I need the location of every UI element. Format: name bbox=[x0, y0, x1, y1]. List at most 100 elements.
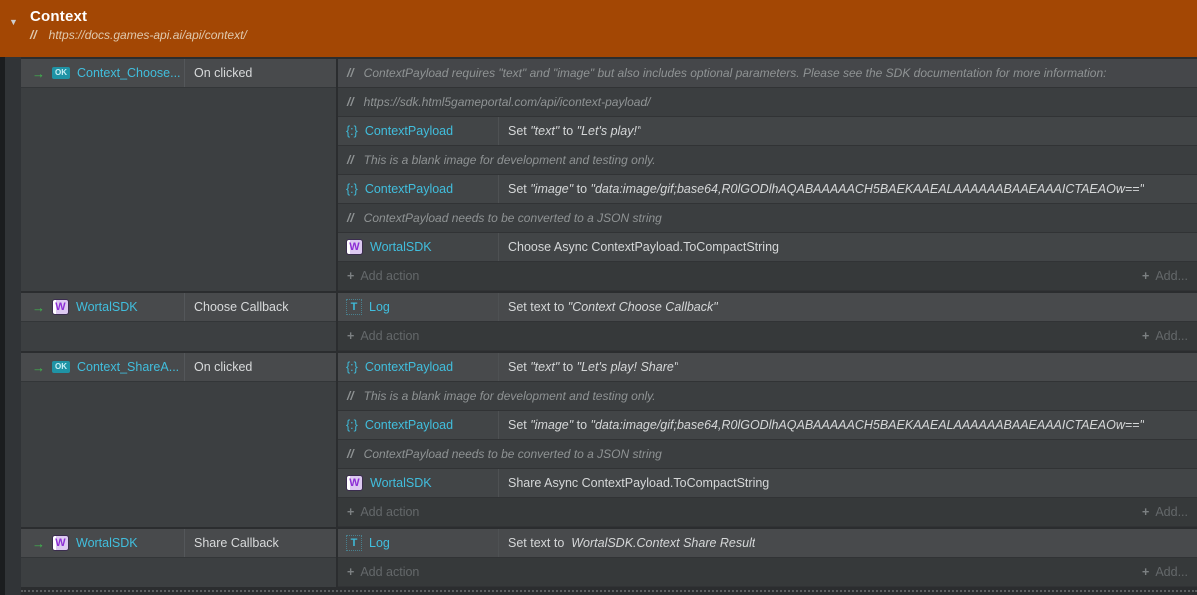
comment-slashes: // bbox=[30, 28, 37, 42]
plus-icon: + bbox=[1142, 505, 1149, 519]
comment-slashes: // bbox=[347, 447, 354, 461]
action-object-name: ContextPayload bbox=[365, 418, 453, 432]
condition-text[interactable]: Choose Callback bbox=[185, 293, 289, 321]
add-action-link[interactable]: +Add action bbox=[347, 505, 419, 519]
actions-column: T Log Set text to WortalSDK.Context Shar… bbox=[338, 529, 1197, 587]
condition-object-cell[interactable]: → W WortalSDK bbox=[21, 293, 185, 321]
text-log-icon: T bbox=[346, 299, 362, 315]
wortal-book-icon: W bbox=[52, 535, 69, 551]
action-object-cell[interactable]: W WortalSDK bbox=[338, 233, 499, 261]
action-parameters[interactable]: Choose Async ContextPayload.ToCompactStr… bbox=[499, 233, 779, 261]
wortal-book-icon: W bbox=[346, 239, 363, 255]
add-more-link[interactable]: +Add... bbox=[1142, 329, 1188, 343]
text-log-icon: T bbox=[346, 535, 362, 551]
add-action-link[interactable]: +Add action bbox=[347, 565, 419, 579]
action-object-cell[interactable]: {:} ContextPayload bbox=[338, 117, 499, 145]
add-action-link[interactable]: +Add action bbox=[347, 269, 419, 283]
action-parameters[interactable]: Set text to WortalSDK.Context Share Resu… bbox=[499, 529, 755, 557]
action-parameters[interactable]: Set "text" to "Let's play! Share" bbox=[499, 353, 678, 381]
conditions-column: → W WortalSDK Share Callback bbox=[21, 529, 336, 587]
plus-icon: + bbox=[1142, 269, 1149, 283]
condition-object-cell[interactable]: → OK Context_Choose... bbox=[21, 59, 185, 87]
param-name: "image" bbox=[530, 182, 573, 196]
wortal-book-icon: W bbox=[346, 475, 363, 491]
action-parameters[interactable]: Share Async ContextPayload.ToCompactStri… bbox=[499, 469, 769, 497]
comment-row[interactable]: //https://sdk.html5gameportal.com/api/ic… bbox=[338, 88, 1197, 117]
param-name: "image" bbox=[530, 418, 573, 432]
comment-row[interactable]: //ContextPayload requires "text" and "im… bbox=[338, 59, 1197, 88]
action-row[interactable]: W WortalSDK Share Async ContextPayload.T… bbox=[338, 469, 1197, 498]
param-text: to bbox=[573, 418, 590, 432]
param-text: to bbox=[559, 124, 576, 138]
action-object-cell[interactable]: W WortalSDK bbox=[338, 469, 499, 497]
comment-slashes: // bbox=[347, 153, 354, 167]
comment-text: This is a blank image for development an… bbox=[364, 153, 656, 167]
action-object-name: ContextPayload bbox=[365, 124, 453, 138]
condition-object-cell[interactable]: → OK Context_ShareA... bbox=[21, 353, 185, 381]
condition-object-name: WortalSDK bbox=[76, 536, 138, 550]
param-text: Set text to bbox=[508, 536, 571, 550]
add-more-link[interactable]: +Add... bbox=[1142, 565, 1188, 579]
comment-row[interactable]: // ContextPayload needs to be converted t… bbox=[338, 204, 1197, 233]
param-value: WortalSDK.Context Share Result bbox=[571, 536, 755, 550]
add-action-link[interactable]: +Add action bbox=[347, 329, 419, 343]
conditions-column: → OK Context_Choose... On clicked bbox=[21, 59, 336, 291]
condition-text[interactable]: On clicked bbox=[185, 353, 252, 381]
add-action-row: +Add action +Add... bbox=[338, 558, 1197, 587]
event-sheet: → OK Context_Choose... On clicked //Cont… bbox=[21, 59, 1197, 589]
braces-icon: {:} bbox=[346, 182, 358, 196]
comment-text: ContextPayload needs to be converted to … bbox=[364, 211, 662, 225]
param-text: to bbox=[573, 182, 590, 196]
condition-row[interactable]: → W WortalSDK Choose Callback bbox=[21, 293, 336, 322]
plus-icon: + bbox=[347, 329, 354, 343]
comment-row[interactable]: //This is a blank image for development … bbox=[338, 382, 1197, 411]
action-object-name: ContextPayload bbox=[365, 360, 453, 374]
condition-text[interactable]: On clicked bbox=[185, 59, 252, 87]
collapse-arrow-icon[interactable]: ▼ bbox=[9, 17, 18, 27]
param-name: "text" bbox=[530, 360, 559, 374]
plus-icon: + bbox=[1142, 329, 1149, 343]
condition-row[interactable]: → W WortalSDK Share Callback bbox=[21, 529, 336, 558]
conditions-column: → OK Context_ShareA... On clicked bbox=[21, 353, 336, 527]
param-text: Set text to bbox=[508, 300, 568, 314]
condition-row[interactable]: → OK Context_Choose... On clicked bbox=[21, 59, 336, 88]
action-parameters[interactable]: Set "text" to "Let's play!" bbox=[499, 117, 641, 145]
comment-text: This is a blank image for development an… bbox=[364, 389, 656, 403]
action-row[interactable]: T Log Set text to "Context Choose Callba… bbox=[338, 293, 1197, 322]
comment-slashes: // bbox=[347, 211, 354, 225]
conditions-column: → W WortalSDK Choose Callback bbox=[21, 293, 336, 351]
param-text: Set bbox=[508, 182, 530, 196]
action-row[interactable]: {:} ContextPayload Set "text" to "Let's … bbox=[338, 353, 1197, 382]
condition-object-cell[interactable]: → W WortalSDK bbox=[21, 529, 185, 557]
condition-row[interactable]: → OK Context_ShareA... On clicked bbox=[21, 353, 336, 382]
add-more-link[interactable]: +Add... bbox=[1142, 269, 1188, 283]
action-object-cell[interactable]: T Log bbox=[338, 529, 499, 557]
param-text: Set bbox=[508, 418, 530, 432]
trigger-arrow-icon: → bbox=[32, 66, 45, 81]
trigger-arrow-icon: → bbox=[32, 300, 45, 315]
param-value: "Let's play!" bbox=[577, 124, 642, 138]
action-row[interactable]: {:} ContextPayload Set "text" to "Let's … bbox=[338, 117, 1197, 146]
action-object-cell[interactable]: T Log bbox=[338, 293, 499, 321]
add-action-row: +Add action +Add... bbox=[338, 322, 1197, 351]
event-group-header[interactable]: ▼ Context //https://docs.games-api.ai/ap… bbox=[0, 0, 1197, 57]
action-object-cell[interactable]: {:} ContextPayload bbox=[338, 175, 499, 203]
param-text: Set bbox=[508, 124, 530, 138]
action-parameters[interactable]: Set text to "Context Choose Callback" bbox=[499, 293, 718, 321]
condition-text[interactable]: Share Callback bbox=[185, 529, 279, 557]
event-sheet-margin bbox=[0, 57, 21, 595]
action-row[interactable]: {:} ContextPayload Set "image" to "data:… bbox=[338, 411, 1197, 440]
action-row[interactable]: T Log Set text to WortalSDK.Context Shar… bbox=[338, 529, 1197, 558]
action-parameters[interactable]: Set "image" to "data:image/gif;base64,R0… bbox=[499, 411, 1144, 439]
action-parameters[interactable]: Set "image" to "data:image/gif;base64,R0… bbox=[499, 175, 1144, 203]
action-object-name: Log bbox=[369, 300, 390, 314]
comment-row[interactable]: // This is a blank image for development … bbox=[338, 146, 1197, 175]
action-row[interactable]: {:} ContextPayload Set "image" to "data:… bbox=[338, 175, 1197, 204]
action-object-cell[interactable]: {:} ContextPayload bbox=[338, 353, 499, 381]
group-comment[interactable]: //https://docs.games-api.ai/api/context/ bbox=[30, 28, 1197, 42]
action-object-cell[interactable]: {:} ContextPayload bbox=[338, 411, 499, 439]
comment-row[interactable]: //ContextPayload needs to be converted t… bbox=[338, 440, 1197, 469]
add-more-link[interactable]: +Add... bbox=[1142, 505, 1188, 519]
action-row[interactable]: W WortalSDK Choose Async ContextPayload.… bbox=[338, 233, 1197, 262]
event-block-4: → W WortalSDK Share Callback T Log Set t… bbox=[21, 529, 1197, 587]
